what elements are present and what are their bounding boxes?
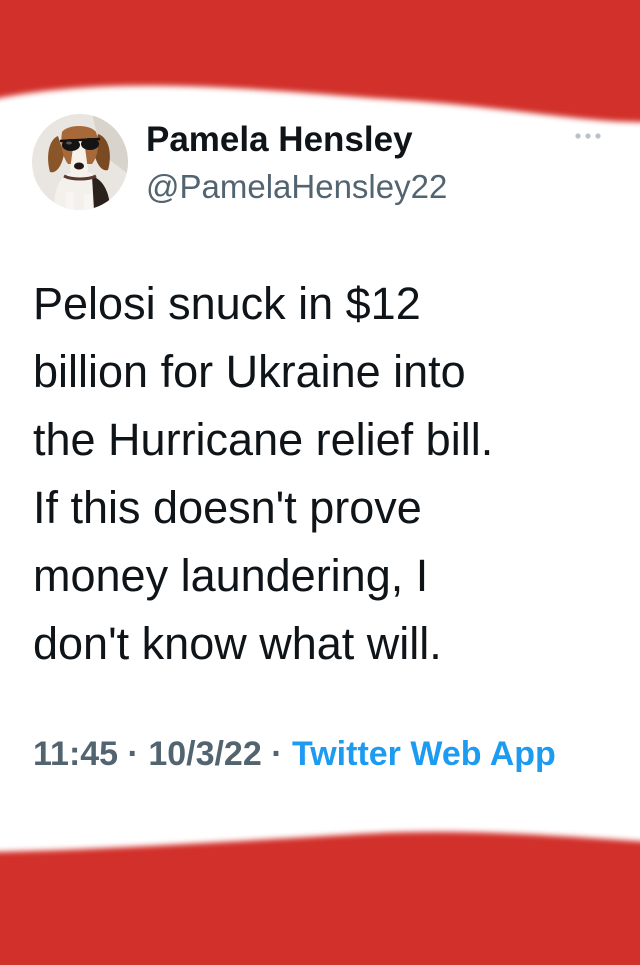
tweet-date[interactable]: 10/3/22 [148,735,261,773]
more-options-icon[interactable] [566,124,610,148]
tweet-text: Pelosi snuck in $12 billion for Ukraine … [33,270,608,678]
tweet-time[interactable]: 11:45 [33,735,118,773]
tweet-text-line: If this doesn't prove [33,482,422,533]
tweet-text-line: don't know what will. [33,618,442,669]
author-handle[interactable]: @PamelaHensley22 [146,168,447,206]
tweet-card: Pamela Hensley @PamelaHensley22 Pelosi s… [0,0,640,965]
tweet-text-line: the Hurricane relief bill. [33,414,494,465]
tweet-metadata: 11:45 · 10/3/22 · Twitter Web App [33,728,608,780]
avatar[interactable] [32,114,128,210]
tweet-text-line: Pelosi snuck in $12 [33,278,421,329]
separator-dot: · [261,735,292,773]
separator-dot: · [118,735,149,773]
tweet-text-line: billion for Ukraine into [33,346,466,397]
tweet-source-link[interactable]: Twitter Web App [292,735,556,773]
beagle-with-sunglasses-icon [32,114,128,210]
tweet-text-line: money laundering, I [33,550,429,601]
author-name[interactable]: Pamela Hensley [146,120,413,160]
